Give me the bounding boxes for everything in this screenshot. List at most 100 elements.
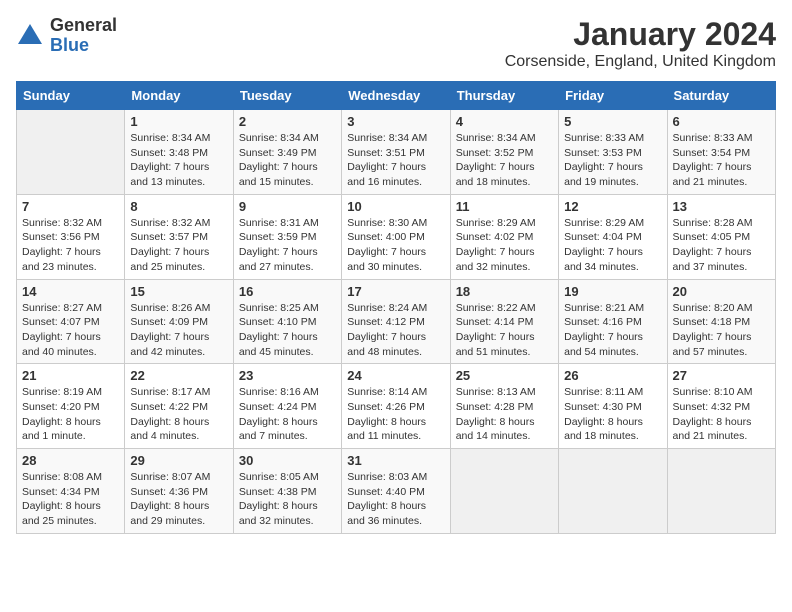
day-info: Sunrise: 8:28 AMSunset: 4:05 PMDaylight:…: [673, 217, 753, 273]
day-number: 15: [130, 284, 227, 299]
calendar-cell: 30 Sunrise: 8:05 AMSunset: 4:38 PMDaylig…: [233, 449, 341, 534]
calendar-cell: [559, 449, 667, 534]
weekday-header: Monday: [125, 82, 233, 110]
day-info: Sunrise: 8:34 AMSunset: 3:51 PMDaylight:…: [347, 132, 427, 188]
calendar-cell: 31 Sunrise: 8:03 AMSunset: 4:40 PMDaylig…: [342, 449, 450, 534]
day-number: 21: [22, 368, 119, 383]
calendar-cell: 16 Sunrise: 8:25 AMSunset: 4:10 PMDaylig…: [233, 279, 341, 364]
day-info: Sunrise: 8:33 AMSunset: 3:54 PMDaylight:…: [673, 132, 753, 188]
calendar-cell: [450, 449, 558, 534]
calendar-cell: 13 Sunrise: 8:28 AMSunset: 4:05 PMDaylig…: [667, 194, 775, 279]
month-title: January 2024: [505, 16, 776, 53]
calendar-cell: 14 Sunrise: 8:27 AMSunset: 4:07 PMDaylig…: [17, 279, 125, 364]
calendar-cell: 27 Sunrise: 8:10 AMSunset: 4:32 PMDaylig…: [667, 364, 775, 449]
title-area: January 2024 Corsenside, England, United…: [505, 16, 776, 71]
day-number: 4: [456, 114, 553, 129]
day-number: 3: [347, 114, 444, 129]
day-number: 28: [22, 453, 119, 468]
logo-general: General: [50, 16, 117, 36]
day-number: 6: [673, 114, 770, 129]
calendar-cell: 26 Sunrise: 8:11 AMSunset: 4:30 PMDaylig…: [559, 364, 667, 449]
day-info: Sunrise: 8:24 AMSunset: 4:12 PMDaylight:…: [347, 302, 427, 358]
weekday-header: Wednesday: [342, 82, 450, 110]
day-info: Sunrise: 8:31 AMSunset: 3:59 PMDaylight:…: [239, 217, 319, 273]
day-info: Sunrise: 8:32 AMSunset: 3:57 PMDaylight:…: [130, 217, 210, 273]
day-info: Sunrise: 8:33 AMSunset: 3:53 PMDaylight:…: [564, 132, 644, 188]
calendar-cell: 21 Sunrise: 8:19 AMSunset: 4:20 PMDaylig…: [17, 364, 125, 449]
day-number: 20: [673, 284, 770, 299]
calendar-week-row: 28 Sunrise: 8:08 AMSunset: 4:34 PMDaylig…: [17, 449, 776, 534]
day-number: 18: [456, 284, 553, 299]
day-number: 7: [22, 199, 119, 214]
day-info: Sunrise: 8:16 AMSunset: 4:24 PMDaylight:…: [239, 386, 319, 442]
calendar-cell: 29 Sunrise: 8:07 AMSunset: 4:36 PMDaylig…: [125, 449, 233, 534]
calendar-cell: 4 Sunrise: 8:34 AMSunset: 3:52 PMDayligh…: [450, 110, 558, 195]
calendar-cell: 8 Sunrise: 8:32 AMSunset: 3:57 PMDayligh…: [125, 194, 233, 279]
day-number: 1: [130, 114, 227, 129]
calendar-header-row: SundayMondayTuesdayWednesdayThursdayFrid…: [17, 82, 776, 110]
day-info: Sunrise: 8:20 AMSunset: 4:18 PMDaylight:…: [673, 302, 753, 358]
day-info: Sunrise: 8:03 AMSunset: 4:40 PMDaylight:…: [347, 471, 427, 527]
logo-blue: Blue: [50, 36, 117, 56]
day-info: Sunrise: 8:19 AMSunset: 4:20 PMDaylight:…: [22, 386, 102, 442]
calendar-table: SundayMondayTuesdayWednesdayThursdayFrid…: [16, 81, 776, 534]
weekday-header: Tuesday: [233, 82, 341, 110]
day-number: 16: [239, 284, 336, 299]
calendar-cell: [17, 110, 125, 195]
day-number: 26: [564, 368, 661, 383]
weekday-header: Saturday: [667, 82, 775, 110]
calendar-cell: 1 Sunrise: 8:34 AMSunset: 3:48 PMDayligh…: [125, 110, 233, 195]
day-number: 8: [130, 199, 227, 214]
day-number: 30: [239, 453, 336, 468]
calendar-cell: 20 Sunrise: 8:20 AMSunset: 4:18 PMDaylig…: [667, 279, 775, 364]
day-number: 19: [564, 284, 661, 299]
calendar-cell: 25 Sunrise: 8:13 AMSunset: 4:28 PMDaylig…: [450, 364, 558, 449]
calendar-cell: [667, 449, 775, 534]
day-info: Sunrise: 8:08 AMSunset: 4:34 PMDaylight:…: [22, 471, 102, 527]
day-info: Sunrise: 8:13 AMSunset: 4:28 PMDaylight:…: [456, 386, 536, 442]
logo-icon: [16, 22, 44, 50]
day-info: Sunrise: 8:27 AMSunset: 4:07 PMDaylight:…: [22, 302, 102, 358]
day-info: Sunrise: 8:34 AMSunset: 3:49 PMDaylight:…: [239, 132, 319, 188]
calendar-cell: 18 Sunrise: 8:22 AMSunset: 4:14 PMDaylig…: [450, 279, 558, 364]
header: General Blue January 2024 Corsenside, En…: [16, 16, 776, 71]
logo: General Blue: [16, 16, 117, 56]
calendar-week-row: 7 Sunrise: 8:32 AMSunset: 3:56 PMDayligh…: [17, 194, 776, 279]
calendar-cell: 19 Sunrise: 8:21 AMSunset: 4:16 PMDaylig…: [559, 279, 667, 364]
day-number: 12: [564, 199, 661, 214]
day-number: 25: [456, 368, 553, 383]
day-info: Sunrise: 8:21 AMSunset: 4:16 PMDaylight:…: [564, 302, 644, 358]
day-info: Sunrise: 8:29 AMSunset: 4:02 PMDaylight:…: [456, 217, 536, 273]
location-title: Corsenside, England, United Kingdom: [505, 53, 776, 71]
day-info: Sunrise: 8:30 AMSunset: 4:00 PMDaylight:…: [347, 217, 427, 273]
day-number: 22: [130, 368, 227, 383]
day-number: 10: [347, 199, 444, 214]
day-info: Sunrise: 8:10 AMSunset: 4:32 PMDaylight:…: [673, 386, 753, 442]
calendar-cell: 11 Sunrise: 8:29 AMSunset: 4:02 PMDaylig…: [450, 194, 558, 279]
calendar-cell: 28 Sunrise: 8:08 AMSunset: 4:34 PMDaylig…: [17, 449, 125, 534]
calendar-cell: 23 Sunrise: 8:16 AMSunset: 4:24 PMDaylig…: [233, 364, 341, 449]
day-number: 31: [347, 453, 444, 468]
logo-text: General Blue: [50, 16, 117, 56]
day-info: Sunrise: 8:34 AMSunset: 3:48 PMDaylight:…: [130, 132, 210, 188]
day-number: 2: [239, 114, 336, 129]
day-number: 23: [239, 368, 336, 383]
calendar-week-row: 1 Sunrise: 8:34 AMSunset: 3:48 PMDayligh…: [17, 110, 776, 195]
calendar-body: 1 Sunrise: 8:34 AMSunset: 3:48 PMDayligh…: [17, 110, 776, 534]
calendar-week-row: 21 Sunrise: 8:19 AMSunset: 4:20 PMDaylig…: [17, 364, 776, 449]
weekday-header: Sunday: [17, 82, 125, 110]
weekday-header: Friday: [559, 82, 667, 110]
calendar-cell: 7 Sunrise: 8:32 AMSunset: 3:56 PMDayligh…: [17, 194, 125, 279]
day-info: Sunrise: 8:29 AMSunset: 4:04 PMDaylight:…: [564, 217, 644, 273]
calendar-cell: 3 Sunrise: 8:34 AMSunset: 3:51 PMDayligh…: [342, 110, 450, 195]
day-info: Sunrise: 8:14 AMSunset: 4:26 PMDaylight:…: [347, 386, 427, 442]
calendar-cell: 12 Sunrise: 8:29 AMSunset: 4:04 PMDaylig…: [559, 194, 667, 279]
day-number: 11: [456, 199, 553, 214]
day-number: 17: [347, 284, 444, 299]
calendar-cell: 9 Sunrise: 8:31 AMSunset: 3:59 PMDayligh…: [233, 194, 341, 279]
day-number: 27: [673, 368, 770, 383]
day-number: 24: [347, 368, 444, 383]
day-number: 9: [239, 199, 336, 214]
day-info: Sunrise: 8:22 AMSunset: 4:14 PMDaylight:…: [456, 302, 536, 358]
day-info: Sunrise: 8:34 AMSunset: 3:52 PMDaylight:…: [456, 132, 536, 188]
